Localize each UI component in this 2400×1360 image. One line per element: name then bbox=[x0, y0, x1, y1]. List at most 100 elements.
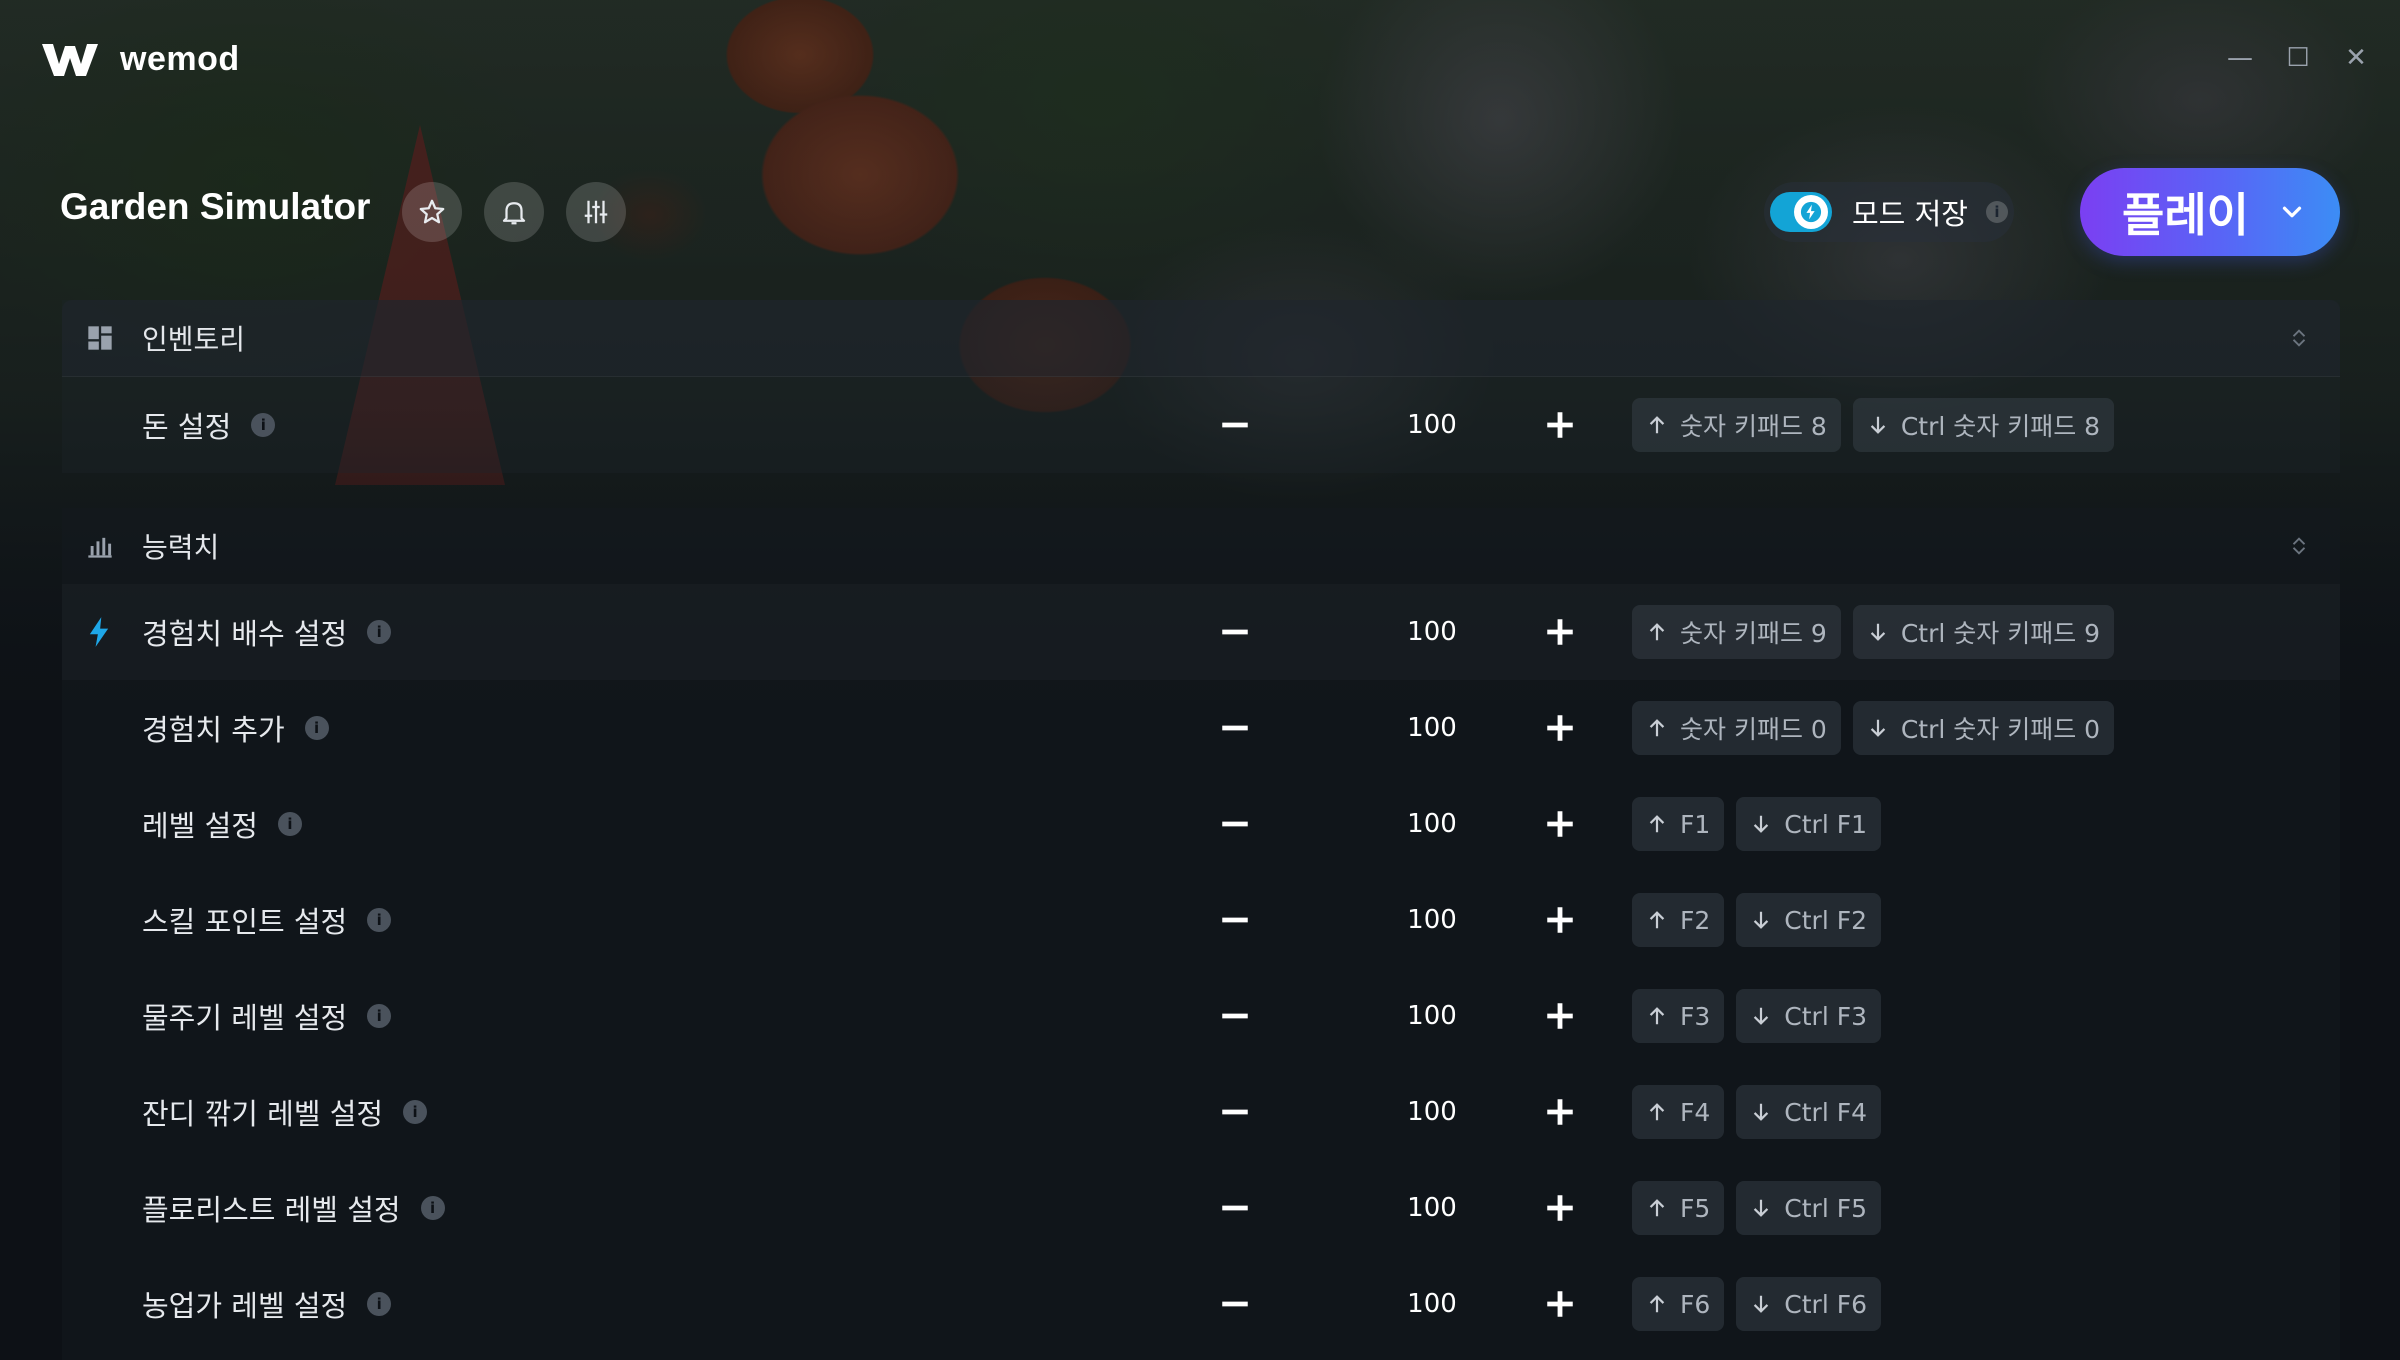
decrease-hotkey[interactable]: Ctrl F6 bbox=[1736, 1277, 1882, 1331]
arrow-down-icon bbox=[1870, 623, 1886, 641]
maximize-button[interactable]: ☐ bbox=[2284, 44, 2312, 72]
cheat-value[interactable]: 100 bbox=[1362, 1289, 1502, 1319]
mod-save-label: 모드 저장 bbox=[1852, 197, 1968, 231]
increase-hotkey[interactable]: F5 bbox=[1632, 1181, 1725, 1235]
cheat-name: 경험치 배수 설정 bbox=[142, 617, 348, 651]
decrease-hotkey[interactable]: Ctrl F4 bbox=[1736, 1085, 1882, 1139]
settings-button[interactable] bbox=[566, 182, 626, 242]
close-button[interactable]: ✕ bbox=[2342, 44, 2370, 72]
cheat-name: 물주기 레벨 설정 bbox=[142, 1001, 348, 1035]
favorite-button[interactable] bbox=[402, 182, 462, 242]
info-icon[interactable]: i bbox=[277, 812, 302, 836]
increase-hotkey[interactable]: 숫자 키패드 0 bbox=[1632, 701, 1841, 755]
info-icon[interactable]: i bbox=[304, 716, 329, 740]
info-icon[interactable]: i bbox=[251, 413, 276, 437]
cheat-value[interactable]: 100 bbox=[1362, 809, 1502, 839]
decrease-button[interactable] bbox=[1210, 895, 1260, 945]
hotkeys: 숫자 키패드 0 Ctrl 숫자 키패드 0 bbox=[1632, 701, 2115, 755]
cheat-row: 경험치 추가 i 100 숫자 키패드 0 Ctrl 숫자 키패드 0 bbox=[62, 680, 2340, 776]
notifications-button[interactable] bbox=[484, 182, 544, 242]
section-header[interactable]: 인벤토리 bbox=[62, 300, 2340, 377]
play-label: 플레이 bbox=[2122, 188, 2249, 242]
arrow-down-icon bbox=[1870, 416, 1886, 434]
decrease-button[interactable] bbox=[1210, 991, 1260, 1041]
decrease-hotkey[interactable]: Ctrl F5 bbox=[1736, 1181, 1882, 1235]
minus-icon bbox=[1222, 821, 1248, 827]
cheat-value[interactable]: 100 bbox=[1362, 617, 1502, 647]
decrease-button[interactable] bbox=[1210, 1183, 1260, 1233]
collapse-icon[interactable] bbox=[2288, 327, 2310, 349]
mod-save-toggle[interactable]: 모드 저장 i bbox=[1764, 182, 2014, 242]
increase-button[interactable] bbox=[1535, 895, 1585, 945]
decrease-button[interactable] bbox=[1210, 703, 1260, 753]
increase-hotkey[interactable]: F3 bbox=[1632, 989, 1725, 1043]
increase-button[interactable] bbox=[1535, 703, 1585, 753]
increase-hotkey[interactable]: F4 bbox=[1632, 1085, 1725, 1139]
cheat-name: 스킬 포인트 설정 bbox=[142, 905, 348, 939]
increase-button[interactable] bbox=[1535, 607, 1585, 657]
section-header[interactable]: 능력치 bbox=[62, 508, 2340, 584]
decrease-button[interactable] bbox=[1210, 1279, 1260, 1329]
chevron-down-icon[interactable] bbox=[2277, 197, 2307, 227]
toggle-switch[interactable] bbox=[1770, 192, 1832, 232]
minus-icon bbox=[1222, 629, 1248, 635]
play-button[interactable]: 플레이 bbox=[2080, 168, 2340, 256]
collapse-icon[interactable] bbox=[2288, 535, 2310, 557]
cheat-value[interactable]: 100 bbox=[1362, 1097, 1502, 1127]
cheat-name: 경험치 추가 bbox=[142, 713, 285, 747]
increase-hotkey[interactable]: 숫자 키패드 8 bbox=[1632, 398, 1841, 452]
increase-button[interactable] bbox=[1535, 400, 1585, 450]
plus-icon bbox=[1547, 1003, 1573, 1029]
plus-icon bbox=[1547, 811, 1573, 837]
decrease-hotkey[interactable]: Ctrl 숫자 키패드 0 bbox=[1852, 701, 2115, 755]
increase-hotkey[interactable]: F2 bbox=[1632, 893, 1725, 947]
decrease-hotkey[interactable]: Ctrl 숫자 키패드 8 bbox=[1852, 398, 2115, 452]
decrease-hotkey[interactable]: Ctrl F2 bbox=[1736, 893, 1882, 947]
cheat-value[interactable]: 100 bbox=[1362, 905, 1502, 935]
plus-icon bbox=[1547, 715, 1573, 741]
info-icon[interactable]: i bbox=[367, 1292, 392, 1316]
info-icon[interactable]: i bbox=[367, 908, 392, 932]
cheat-name: 잔디 깎기 레벨 설정 bbox=[142, 1097, 384, 1131]
minus-icon bbox=[1222, 1013, 1248, 1019]
decrease-hotkey[interactable]: Ctrl F1 bbox=[1736, 797, 1882, 851]
arrow-up-icon bbox=[1649, 815, 1665, 833]
hotkeys: 숫자 키패드 9 Ctrl 숫자 키패드 9 bbox=[1632, 605, 2115, 659]
increase-button[interactable] bbox=[1535, 991, 1585, 1041]
plus-icon bbox=[1547, 619, 1573, 645]
hotkeys: F3 Ctrl F3 bbox=[1632, 989, 1882, 1043]
decrease-hotkey[interactable]: Ctrl 숫자 키패드 9 bbox=[1852, 605, 2115, 659]
section-title: 인벤토리 bbox=[142, 323, 246, 356]
info-icon[interactable]: i bbox=[403, 1100, 428, 1124]
decrease-button[interactable] bbox=[1210, 1087, 1260, 1137]
minimize-button[interactable]: — bbox=[2226, 44, 2254, 72]
increase-hotkey[interactable]: F6 bbox=[1632, 1277, 1725, 1331]
increase-button[interactable] bbox=[1535, 799, 1585, 849]
increase-button[interactable] bbox=[1535, 1183, 1585, 1233]
arrow-up-icon bbox=[1649, 1199, 1665, 1217]
decrease-button[interactable] bbox=[1210, 607, 1260, 657]
arrow-down-icon bbox=[1754, 911, 1769, 929]
bar-chart-icon bbox=[88, 537, 112, 558]
cheat-value[interactable]: 100 bbox=[1362, 1193, 1502, 1223]
increase-button[interactable] bbox=[1535, 1279, 1585, 1329]
info-icon[interactable]: i bbox=[1985, 201, 2008, 223]
decrease-hotkey[interactable]: Ctrl F3 bbox=[1736, 989, 1882, 1043]
cheat-row: 플로리스트 레벨 설정 i 100 F5 Ctrl F5 bbox=[62, 1160, 2340, 1256]
arrow-down-icon bbox=[1754, 1103, 1769, 1121]
cheat-value[interactable]: 100 bbox=[1362, 713, 1502, 743]
cheat-value[interactable]: 100 bbox=[1362, 1001, 1502, 1031]
increase-button[interactable] bbox=[1535, 1087, 1585, 1137]
info-icon[interactable]: i bbox=[420, 1196, 445, 1220]
increase-hotkey[interactable]: F1 bbox=[1632, 797, 1725, 851]
section-title: 능력치 bbox=[142, 531, 220, 564]
increase-hotkey[interactable]: 숫자 키패드 9 bbox=[1632, 605, 1841, 659]
header-actions bbox=[402, 182, 626, 242]
decrease-button[interactable] bbox=[1210, 400, 1260, 450]
game-title: Garden Simulator bbox=[60, 186, 371, 227]
hotkeys: F4 Ctrl F4 bbox=[1632, 1085, 1882, 1139]
info-icon[interactable]: i bbox=[367, 1004, 392, 1028]
cheat-value[interactable]: 100 bbox=[1362, 410, 1502, 440]
decrease-button[interactable] bbox=[1210, 799, 1260, 849]
info-icon[interactable]: i bbox=[367, 620, 392, 644]
